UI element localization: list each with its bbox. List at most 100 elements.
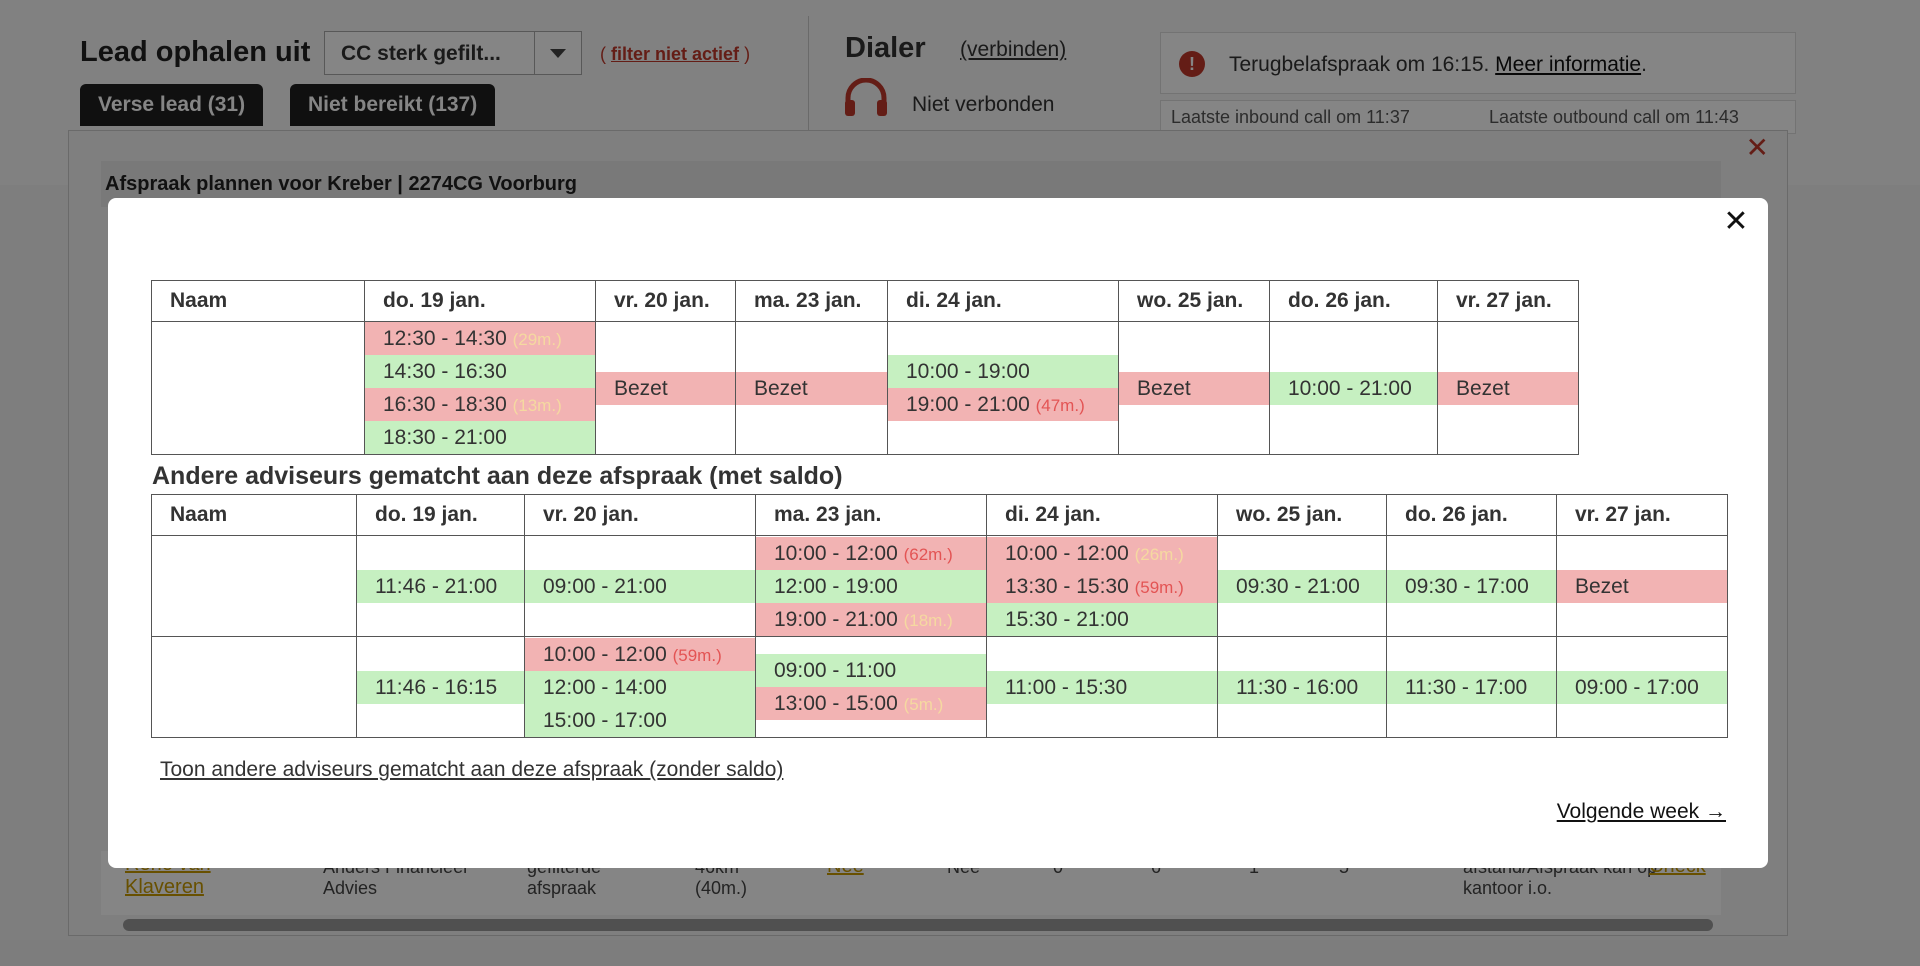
slot-gap: (26m.) — [1134, 544, 1184, 564]
busy-slot[interactable]: 19:00 - 21:00 (47m.) — [888, 388, 1118, 421]
advisor-name-cell — [151, 321, 365, 455]
available-slot[interactable]: 11:30 - 17:00 — [1387, 670, 1556, 704]
busy-slot[interactable]: Bezet — [1438, 371, 1578, 405]
busy-slot[interactable]: 10:00 - 12:00 (26m.) — [987, 536, 1217, 570]
available-slot[interactable]: 11:46 - 21:00 — [357, 569, 524, 603]
slot-time: 11:30 - 17:00 — [1405, 675, 1528, 699]
slot-time: 15:30 - 21:00 — [1005, 607, 1129, 631]
table-row: 12:30 - 14:30 (29m.) 14:30 - 16:30 16:30 -… — [151, 321, 1579, 455]
day-cell: Bezet — [595, 321, 736, 455]
available-slot[interactable]: 09:30 - 17:00 — [1387, 569, 1556, 603]
day-cell: 09:30 - 21:00 — [1217, 535, 1387, 637]
busy-slot[interactable]: Bezet — [736, 371, 887, 405]
day-cell: 12:30 - 14:30 (29m.) 14:30 - 16:30 16:30 -… — [364, 321, 596, 455]
slot-time: Bezet — [754, 376, 808, 400]
day-cell: 11:00 - 15:30 — [986, 636, 1218, 738]
available-slot[interactable]: 11:46 - 16:15 — [357, 670, 524, 704]
slot-gap: (62m.) — [903, 544, 953, 564]
slot-time: 09:00 - 21:00 — [543, 574, 667, 598]
slot-time: Bezet — [1575, 574, 1629, 598]
slot-time: 10:00 - 19:00 — [906, 360, 1030, 383]
slot-gap: (5m.) — [903, 695, 944, 714]
next-week-link[interactable]: Volgende week → — [1557, 800, 1726, 824]
column-header-day: wo. 25 jan. — [1217, 494, 1387, 536]
column-header-day: do. 26 jan. — [1269, 280, 1438, 322]
column-header-day: ma. 23 jan. — [735, 280, 888, 322]
available-slot[interactable]: 15:30 - 21:00 — [987, 602, 1217, 636]
day-cell: 10:00 - 12:00 (62m.) 12:00 - 19:00 19:00 -… — [755, 535, 987, 637]
slot-time: Bezet — [1456, 376, 1510, 400]
day-cell: Bezet — [1118, 321, 1270, 455]
available-slot[interactable]: 18:30 - 21:00 — [365, 421, 595, 454]
day-cell: 11:46 - 16:15 — [356, 636, 525, 738]
column-header-day: vr. 20 jan. — [595, 280, 736, 322]
table-header-row: Naam do. 19 jan. vr. 20 jan. ma. 23 jan. di.… — [151, 494, 1728, 536]
available-slot[interactable]: 09:00 - 21:00 — [525, 569, 755, 603]
slot-gap: (59m.) — [672, 645, 722, 665]
availability-modal: ✕ Naam do. 19 jan. vr. 20 jan. ma. 23 jan. d… — [108, 198, 1768, 868]
available-slot[interactable]: 14:30 - 16:30 — [365, 355, 595, 388]
day-cell: 10:00 - 12:00 (26m.) 13:30 - 15:30 (59m.)… — [986, 535, 1218, 637]
busy-slot[interactable]: Bezet — [596, 371, 735, 405]
slot-time: 19:00 - 21:00 — [906, 393, 1030, 416]
column-header-day: do. 26 jan. — [1386, 494, 1557, 536]
column-header-day: wo. 25 jan. — [1118, 280, 1270, 322]
slot-time: 16:30 - 18:30 — [383, 393, 507, 416]
slot-time: 15:00 - 17:00 — [543, 708, 667, 732]
column-header-day: vr. 20 jan. — [524, 494, 756, 536]
other-advisors-table: Naam do. 19 jan. vr. 20 jan. ma. 23 jan. di.… — [151, 494, 1728, 738]
available-slot[interactable]: 10:00 - 19:00 — [888, 355, 1118, 388]
busy-slot[interactable]: 12:30 - 14:30 (29m.) — [365, 322, 595, 355]
slot-gap: (47m.) — [1035, 396, 1085, 415]
section-title: Andere adviseurs gematcht aan deze afspr… — [152, 462, 843, 490]
slot-time: 09:30 - 17:00 — [1405, 574, 1529, 598]
slot-time: 09:00 - 11:00 — [774, 659, 897, 682]
busy-slot[interactable]: 16:30 - 18:30 (13m.) — [365, 388, 595, 421]
slot-time: 10:00 - 12:00 — [1005, 541, 1129, 565]
busy-slot[interactable]: Bezet — [1119, 371, 1269, 405]
day-cell: 10:00 - 21:00 — [1269, 321, 1438, 455]
busy-slot[interactable]: 13:30 - 15:30 (59m.) — [987, 569, 1217, 603]
busy-slot[interactable]: 13:00 - 15:00 (5m.) — [756, 687, 986, 720]
day-cell: Bezet — [735, 321, 888, 455]
slot-time: 09:00 - 17:00 — [1575, 675, 1699, 699]
column-header-day: ma. 23 jan. — [755, 494, 987, 536]
busy-slot[interactable]: 10:00 - 12:00 (62m.) — [756, 536, 986, 570]
show-advisors-without-balance-link[interactable]: Toon andere adviseurs gematcht aan deze … — [160, 758, 783, 782]
slot-time: 14:30 - 16:30 — [383, 360, 507, 383]
available-slot[interactable]: 10:00 - 21:00 — [1270, 371, 1437, 405]
day-cell: 10:00 - 19:00 19:00 - 21:00 (47m.) — [887, 321, 1119, 455]
column-header-day: di. 24 jan. — [887, 280, 1119, 322]
busy-slot[interactable]: Bezet — [1557, 569, 1727, 603]
advisor-availability-table: Naam do. 19 jan. vr. 20 jan. ma. 23 jan. di.… — [151, 280, 1579, 455]
slot-time: 10:00 - 12:00 — [774, 541, 898, 565]
available-slot[interactable]: 09:00 - 11:00 — [756, 654, 986, 687]
busy-slot[interactable]: 10:00 - 12:00 (59m.) — [525, 637, 755, 671]
available-slot[interactable]: 12:00 - 19:00 — [756, 569, 986, 603]
slot-gap: (18m.) — [903, 610, 953, 630]
day-cell: Bezet — [1437, 321, 1579, 455]
day-cell: 09:30 - 17:00 — [1386, 535, 1557, 637]
slot-gap: (29m.) — [512, 330, 562, 349]
day-cell: 11:46 - 21:00 — [356, 535, 525, 637]
slot-time: 11:30 - 16:00 — [1236, 675, 1359, 699]
available-slot[interactable]: 15:00 - 17:00 — [525, 703, 755, 737]
available-slot[interactable]: 11:00 - 15:30 — [987, 670, 1217, 704]
available-slot[interactable]: 09:00 - 17:00 — [1557, 670, 1727, 704]
day-cell: Bezet — [1556, 535, 1728, 637]
slot-time: 19:00 - 21:00 — [774, 607, 898, 631]
advisor-name-cell — [151, 636, 357, 738]
busy-slot[interactable]: 19:00 - 21:00 (18m.) — [756, 602, 986, 636]
available-slot[interactable]: 11:30 - 16:00 — [1218, 670, 1386, 704]
close-icon[interactable]: ✕ — [1718, 204, 1754, 240]
slot-time: 13:30 - 15:30 — [1005, 574, 1129, 598]
table-row: 11:46 - 16:15 10:00 - 12:00 (59m.) 12:00 -… — [151, 636, 1728, 738]
column-header-naam: Naam — [151, 494, 357, 536]
day-cell: 11:30 - 16:00 — [1217, 636, 1387, 738]
slot-time: 18:30 - 21:00 — [383, 426, 507, 449]
available-slot[interactable]: 12:00 - 14:00 — [525, 670, 755, 704]
available-slot[interactable]: 09:30 - 21:00 — [1218, 569, 1386, 603]
column-header-day: do. 19 jan. — [364, 280, 596, 322]
column-header-day: vr. 27 jan. — [1437, 280, 1579, 322]
slot-time: 12:30 - 14:30 — [383, 327, 507, 350]
